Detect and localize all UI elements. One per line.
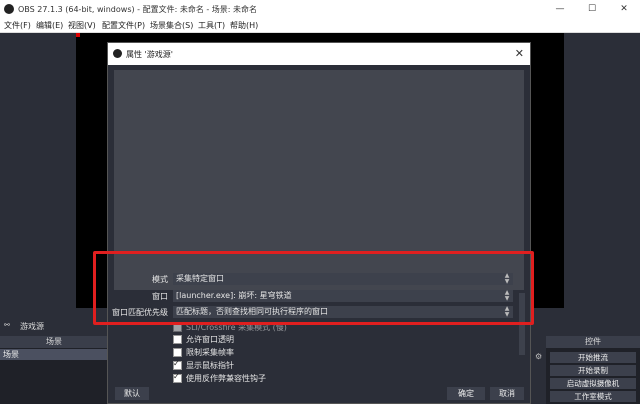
menu-bar: 文件(F) 编辑(E) 视图(V) 配置文件(P) 场景集合(S) 工具(T) …: [0, 18, 640, 33]
menu-help[interactable]: 帮助(H): [230, 20, 258, 31]
gear-icon[interactable]: ⚙: [535, 352, 542, 361]
menu-profile[interactable]: 配置文件(P): [102, 20, 145, 31]
allow-transparency-label: 允许窗口透明: [186, 335, 234, 344]
checkbox-box-checked: [173, 359, 182, 370]
capture-cursor-checkbox[interactable]: 显示鼠标指针: [173, 359, 234, 370]
window-titlebar: OBS 27.1.3 (64-bit, windows) - 配置文件: 未命名…: [0, 0, 640, 18]
maximize-button[interactable]: ☐: [576, 0, 608, 18]
limit-framerate-label: 限制采集帧率: [186, 348, 234, 357]
capture-cursor-label: 显示鼠标指针: [186, 361, 234, 370]
obs-logo-icon: [113, 49, 122, 58]
studio-mode-button[interactable]: 工作室模式: [550, 391, 636, 402]
controls-header: 控件: [546, 336, 640, 348]
scenes-panel: 场景 场景: [0, 336, 111, 404]
menu-file[interactable]: 文件(F): [4, 20, 31, 31]
minimize-button[interactable]: —: [544, 0, 576, 18]
dialog-close-icon[interactable]: ✕: [515, 47, 524, 60]
start-streaming-button[interactable]: 开始推流: [550, 352, 636, 363]
menu-edit[interactable]: 编辑(E): [36, 20, 63, 31]
checkbox-box-checked: [173, 372, 182, 383]
dialog-title: 属性 '游戏源': [126, 50, 173, 59]
scroll-gutter: ⚙: [534, 336, 544, 404]
start-virtual-camera-button[interactable]: 启动虚拟摄像机: [550, 378, 636, 389]
anticheat-hook-label: 使用反作弊兼容性钩子: [186, 374, 266, 383]
close-window-button[interactable]: ✕: [608, 0, 640, 18]
menu-scene-collection[interactable]: 场景集合(S): [150, 20, 193, 31]
preview-handle[interactable]: [76, 33, 80, 37]
checkbox-box: [173, 348, 182, 357]
controls-panel: 控件 开始推流 开始录制 启动虚拟摄像机 工作室模式: [546, 336, 640, 404]
scenes-header: 场景: [0, 336, 108, 348]
defaults-button[interactable]: 默认: [115, 387, 149, 400]
start-recording-button[interactable]: 开始录制: [550, 365, 636, 376]
obs-logo-icon: [4, 4, 14, 14]
source-name: 游戏源: [20, 322, 44, 331]
highlight-box: [93, 251, 534, 325]
menu-view[interactable]: 视图(V): [68, 20, 96, 31]
window-title: OBS 27.1.3 (64-bit, windows) - 配置文件: 未命名…: [18, 5, 258, 14]
menu-tools[interactable]: 工具(T): [198, 20, 225, 31]
link-icon: ⚯: [4, 321, 10, 329]
limit-framerate-checkbox[interactable]: 限制采集帧率: [173, 347, 234, 357]
anticheat-hook-checkbox[interactable]: 使用反作弊兼容性钩子: [173, 372, 266, 383]
ok-button[interactable]: 确定: [447, 387, 485, 400]
cancel-button[interactable]: 取消: [490, 387, 524, 400]
properties-dialog: 属性 '游戏源' ✕ 模式 采集特定窗口 ▲ ▼ 窗口 [launcher.exe…: [107, 42, 531, 404]
checkbox-box: [173, 335, 182, 344]
allow-transparency-checkbox[interactable]: 允许窗口透明: [173, 334, 234, 344]
scene-item[interactable]: 场景: [0, 349, 111, 360]
dialog-titlebar: 属性 '游戏源' ✕: [108, 43, 530, 65]
